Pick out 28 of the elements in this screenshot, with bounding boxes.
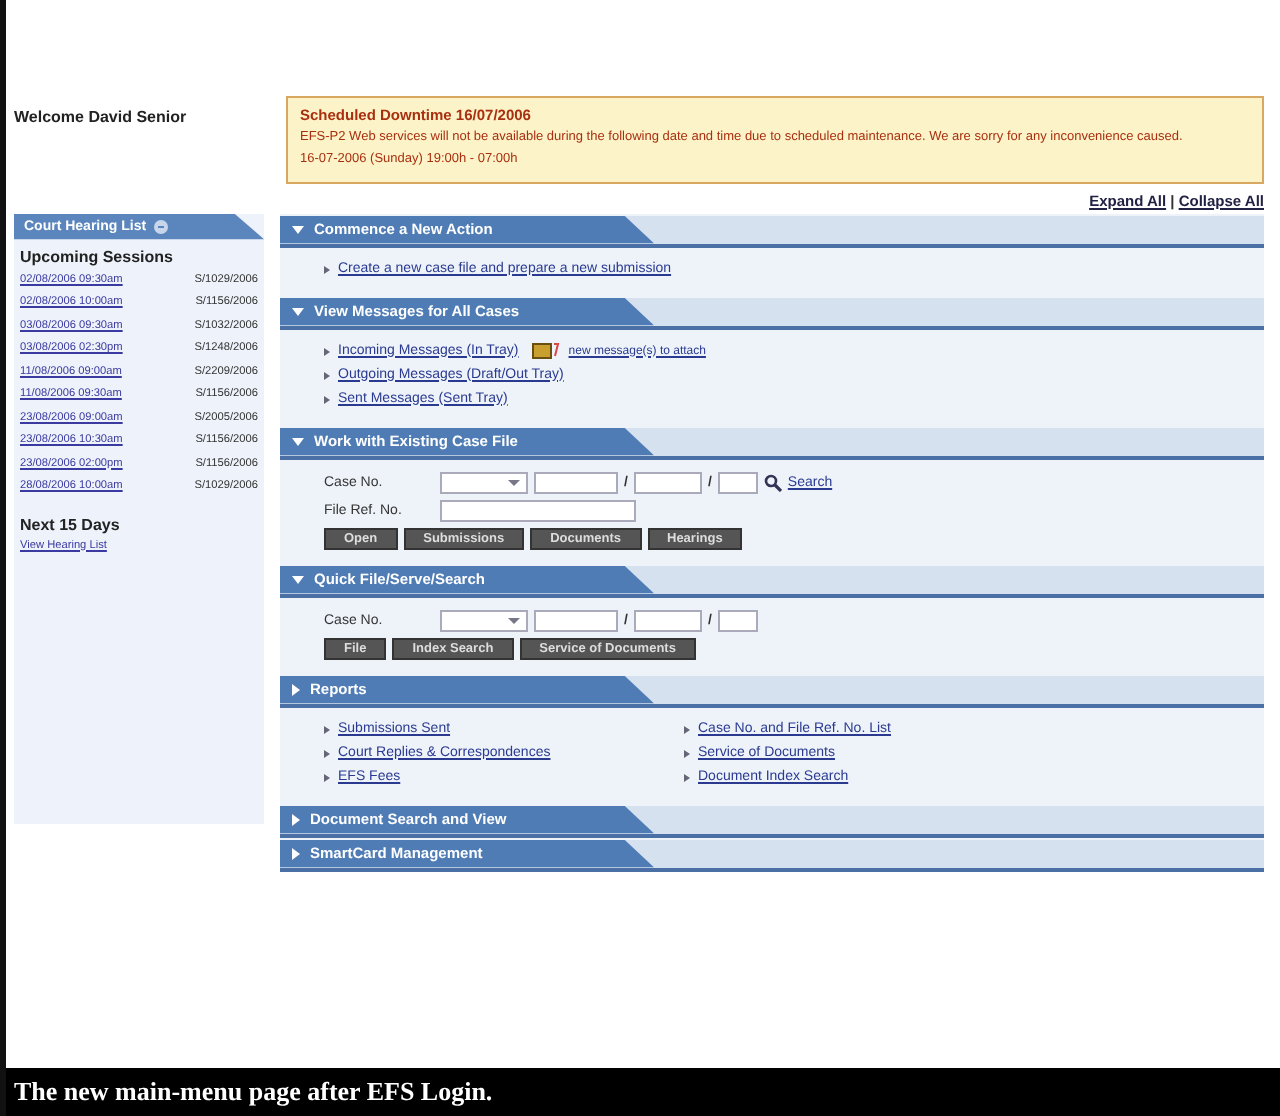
bullet-icon	[324, 371, 330, 380]
figure-caption: The new main-menu page after EFS Login.	[6, 1068, 1280, 1116]
case-number-field[interactable]	[534, 471, 618, 494]
sessions-heading: Upcoming Sessions	[20, 247, 175, 266]
bullet-icon	[684, 773, 690, 782]
bullet-icon	[324, 749, 330, 758]
dropdown-arrow-icon	[508, 617, 520, 624]
case-number-field[interactable]	[633, 609, 702, 632]
case-number-field[interactable]	[534, 609, 618, 632]
case-year-field[interactable]	[717, 609, 758, 632]
mail-icon	[532, 341, 561, 362]
bullet-icon	[324, 725, 330, 734]
search-icon	[763, 473, 782, 492]
case-year-field[interactable]	[717, 471, 758, 494]
bullet-icon	[324, 773, 330, 782]
case-type-dropdown[interactable]	[440, 471, 528, 494]
case-number-field[interactable]	[633, 471, 702, 494]
bullet-icon	[684, 749, 690, 758]
file-ref-field[interactable]	[440, 499, 636, 522]
bullet-icon	[684, 725, 690, 734]
welcome-text: Welcome David Senior	[14, 106, 189, 130]
case-type-dropdown[interactable]	[440, 609, 528, 632]
toggle-icon[interactable]	[154, 219, 169, 234]
bullet-icon	[324, 347, 330, 356]
bullet-icon	[324, 265, 330, 274]
bullet-icon	[324, 395, 330, 404]
dropdown-arrow-icon	[508, 479, 520, 486]
next-days-heading: Next 15 Days	[20, 515, 122, 534]
